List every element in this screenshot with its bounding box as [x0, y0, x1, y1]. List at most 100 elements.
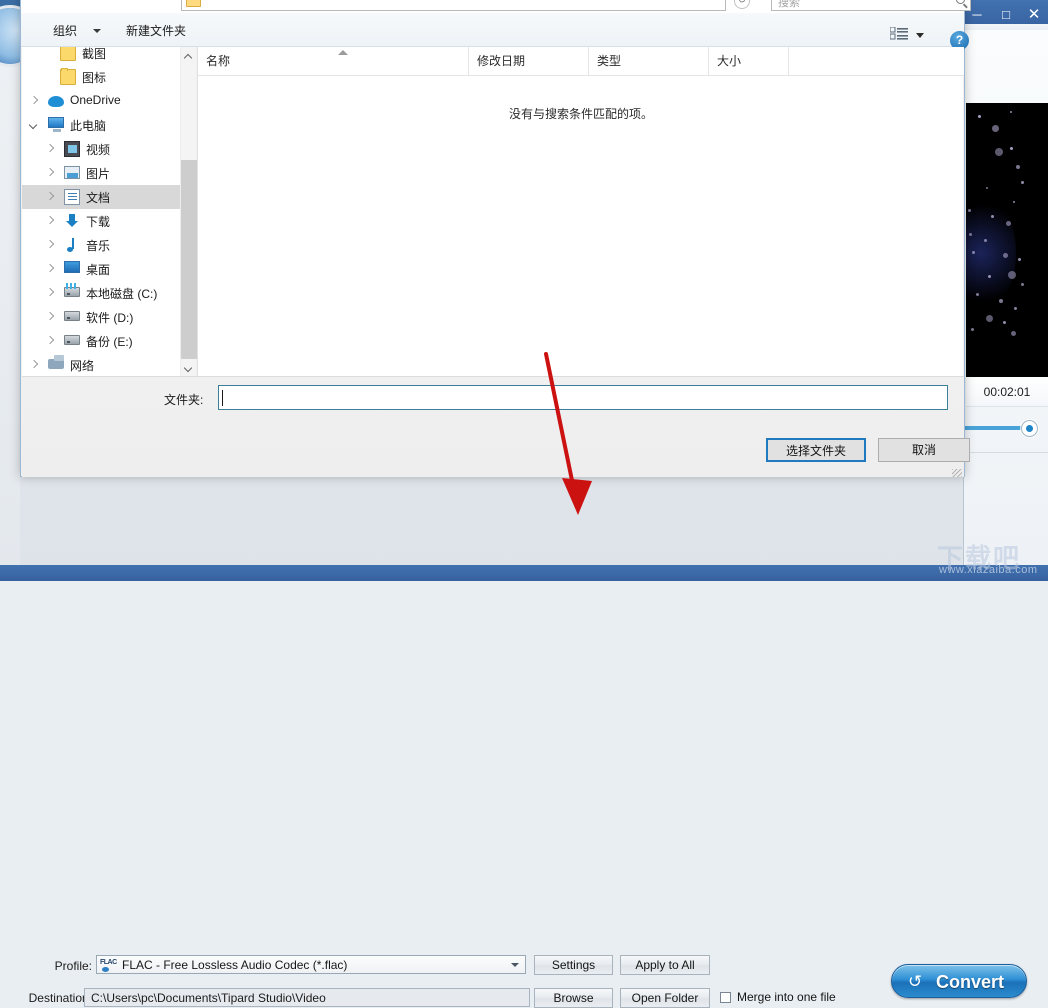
tree-item-label: 文档: [86, 191, 111, 205]
profile-value: FLAC - Free Lossless Audio Codec (*.flac…: [122, 958, 348, 972]
chevron-right-icon[interactable]: [46, 265, 54, 273]
destination-label: Destination:: [28, 991, 92, 1005]
desktop-icon: [64, 261, 80, 273]
convert-label: Convert: [936, 972, 1005, 992]
file-list-header: 名称 修改日期 类型 大小: [198, 47, 964, 76]
destination-field[interactable]: C:\Users\pc\Documents\Tipard Studio\Vide…: [84, 988, 530, 1007]
open-folder-button[interactable]: Open Folder: [620, 988, 710, 1008]
search-input[interactable]: 搜索: [771, 0, 971, 11]
browse-button[interactable]: Browse: [534, 988, 613, 1008]
tree-item-7[interactable]: 下载: [22, 209, 180, 233]
drive-icon: [64, 311, 80, 321]
tree-item-label: 音乐: [86, 239, 111, 253]
maximize-icon[interactable]: □: [992, 0, 1020, 30]
chevron-right-icon[interactable]: [46, 145, 54, 153]
chevron-right-icon[interactable]: [46, 289, 54, 297]
profile-dropdown[interactable]: FLAC FLAC - Free Lossless Audio Codec (*…: [96, 955, 526, 974]
scrollbar-thumb[interactable]: [181, 160, 197, 359]
column-header-spacer: [788, 47, 888, 75]
resize-grip[interactable]: [952, 469, 962, 477]
column-header-0[interactable]: 名称: [198, 47, 468, 75]
tree-item-label: 网络: [70, 359, 95, 373]
navigation-pane: 截图图标 OneDrive 此电脑视频图片文档下载音乐桌面本地磁盘 (C:) 软件 (…: [22, 47, 180, 376]
network-icon: [48, 355, 64, 369]
select-folder-button[interactable]: 选择文件夹: [766, 438, 866, 462]
nav-scrollbar[interactable]: [180, 47, 197, 376]
folder-icon: [60, 47, 76, 61]
cancel-button[interactable]: 取消: [878, 438, 970, 462]
music-icon: [64, 237, 80, 253]
chevron-down-icon[interactable]: [93, 29, 101, 33]
app-bottom-edge: [0, 565, 1048, 581]
preview-timecode-bar: 00:02:01: [966, 377, 1048, 407]
apply-to-all-button[interactable]: Apply to All: [620, 955, 710, 975]
preview-seek-bar[interactable]: [963, 415, 1048, 441]
tree-item-3[interactable]: 此电脑: [22, 113, 180, 137]
folder-icon: [186, 0, 201, 7]
chevron-right-icon[interactable]: [46, 169, 54, 177]
tree-item-6[interactable]: 文档: [22, 185, 180, 209]
chevron-down-icon[interactable]: [916, 33, 924, 38]
browse-for-folder-dialog: ↻ 搜索 组织 新建文件夹 ? 截图 图标 OneDrive 此电脑 视频 图片 文档 下载音…: [20, 0, 971, 477]
column-header-3[interactable]: 大小: [708, 47, 788, 75]
chevron-right-icon[interactable]: [30, 97, 38, 105]
drive-icon: [64, 335, 80, 345]
scroll-up-button[interactable]: [181, 47, 197, 64]
cloud-icon: [48, 96, 64, 107]
close-icon[interactable]: ✕: [1020, 0, 1048, 30]
tree-item-label: 图片: [86, 167, 111, 181]
chevron-right-icon[interactable]: [46, 313, 54, 321]
scroll-down-button[interactable]: [181, 359, 197, 376]
tree-item-12[interactable]: 备份 (E:): [22, 329, 180, 353]
tree-item-2[interactable]: OneDrive: [22, 89, 180, 113]
destination-value: C:\Users\pc\Documents\Tipard Studio\Vide…: [91, 991, 326, 1005]
tree-item-8[interactable]: 音乐: [22, 233, 180, 257]
tree-item-label: 视频: [86, 143, 111, 157]
checkbox-box[interactable]: [720, 992, 731, 1003]
new-folder-button[interactable]: 新建文件夹: [126, 22, 186, 39]
seek-handle[interactable]: [1021, 420, 1038, 437]
preview-timecode: 00:02:01: [983, 385, 1031, 399]
seek-track[interactable]: [963, 426, 1030, 430]
tree-item-5[interactable]: 图片: [22, 161, 180, 185]
tree-item-10[interactable]: 本地磁盘 (C:): [22, 281, 180, 305]
chevron-right-icon[interactable]: [30, 361, 38, 369]
tree-item-1[interactable]: 图标: [22, 65, 180, 89]
video-preview[interactable]: [966, 103, 1048, 377]
tree-item-label: 桌面: [86, 263, 111, 277]
tree-item-label: 图标: [82, 71, 107, 85]
refresh-icon[interactable]: ↻: [734, 0, 750, 9]
tree-item-4[interactable]: 视频: [22, 137, 180, 161]
chevron-down-icon[interactable]: [511, 963, 519, 967]
folder-name-input[interactable]: [218, 385, 948, 410]
chevron-down-icon[interactable]: [30, 121, 38, 129]
settings-button[interactable]: Settings: [534, 955, 613, 975]
view-mode-icon[interactable]: [890, 27, 908, 40]
tree-item-13[interactable]: 网络: [22, 353, 180, 376]
tree-item-0[interactable]: 截图: [22, 47, 180, 65]
documents-icon: [64, 189, 80, 205]
chevron-right-icon[interactable]: [46, 217, 54, 225]
convert-refresh-icon: ↺: [908, 972, 923, 991]
tree-item-label: 下载: [86, 215, 111, 229]
organize-button[interactable]: 组织: [53, 22, 77, 39]
tree-item-11[interactable]: 软件 (D:): [22, 305, 180, 329]
watermark: 下载吧 www.xiazaiba.com: [935, 538, 1045, 578]
downloads-icon: [64, 213, 80, 229]
watermark-url: www.xiazaiba.com: [939, 564, 1038, 576]
chevron-right-icon[interactable]: [46, 193, 54, 201]
column-header-1[interactable]: 修改日期: [468, 47, 588, 75]
column-header-2[interactable]: 类型: [588, 47, 708, 75]
chevron-right-icon[interactable]: [46, 241, 54, 249]
tree-item-label: 备份 (E:): [86, 335, 133, 349]
chevron-right-icon[interactable]: [46, 337, 54, 345]
profile-label: Profile:: [54, 959, 92, 973]
tree-item-9[interactable]: 桌面: [22, 257, 180, 281]
this-pc-icon: [48, 117, 64, 132]
address-bar[interactable]: [181, 0, 726, 11]
sort-ascending-icon: [338, 50, 348, 55]
convert-button[interactable]: ↺ Convert: [891, 964, 1027, 998]
folder-icon: [60, 68, 76, 85]
system-drive-icon: [64, 283, 80, 297]
file-list-pane: 名称 修改日期 类型 大小 没有与搜索条件匹配的项。: [197, 47, 964, 376]
